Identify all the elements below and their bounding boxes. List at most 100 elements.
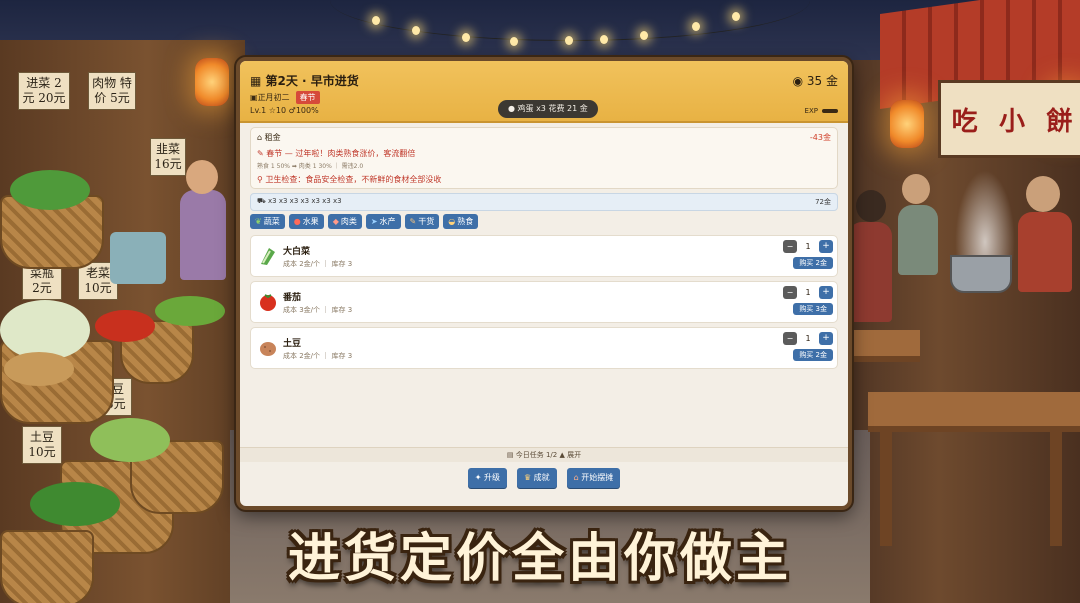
promo-caption: 进货定价全由你做主	[287, 529, 792, 589]
festival-event: ✎ 春节 — 过年啦！肉类熟食涨价，客流翻倍	[257, 148, 415, 159]
decrease-button[interactable]: −	[783, 332, 797, 345]
steam	[955, 170, 1015, 260]
exp-bar	[822, 109, 838, 113]
tab-seafood[interactable]: ➤ 水产	[365, 214, 401, 229]
price-sign: 土豆 10元	[22, 426, 62, 464]
decrease-button[interactable]: −	[783, 240, 797, 253]
egg-icon: ●	[508, 104, 518, 113]
date-icon: ▣	[250, 93, 258, 102]
increase-button[interactable]: +	[819, 240, 833, 253]
increase-button[interactable]: +	[819, 286, 833, 299]
cart-bar[interactable]: ⛟ x3 x3 x3 x3 x3 x3 x3 72金	[250, 193, 838, 211]
light-bulb-icon	[510, 37, 518, 46]
bowl-icon: ◒	[448, 217, 456, 226]
achievement-label: 成就	[533, 473, 550, 482]
shop-sign: 吃 小 餅	[938, 80, 1080, 158]
task-bar-text: 今日任务 1/2 ▲ 展开	[515, 451, 582, 459]
cart-total: 72金	[815, 198, 831, 206]
rent-cost: -43金	[809, 133, 831, 142]
category-tabs: ❦ 蔬菜 ● 水果 ◆ 肉类 ➤ 水产 ✎ 干货 ◒ 熟食	[250, 214, 479, 229]
tab-meat[interactable]: ◆ 肉类	[327, 214, 362, 229]
apple-icon: ●	[293, 217, 301, 226]
upgrade-button[interactable]: ✦ 升级	[467, 468, 507, 488]
action-buttons: ✦ 升级 ♛ 成就 ⌂ 开始摆摊	[240, 468, 848, 488]
level-stats: Lv.1 ☆10 ♂100%	[250, 106, 319, 115]
day-title: ▦ 第2天 · 早市进货	[250, 72, 359, 89]
price-sign: 韭菜 16元	[150, 138, 186, 176]
cabbage-icon	[261, 248, 275, 265]
increase-button[interactable]: +	[819, 332, 833, 345]
status-bar: ▦ 第2天 · 早市进货 ◉ 35 金 ▣正月初二 春节 Lv.1 ☆10 ♂1…	[240, 61, 848, 123]
purchase-summary-text: 鸡蛋 x3 花费 21 金	[517, 104, 588, 113]
light-bulb-icon	[565, 36, 573, 45]
cucumbers	[155, 296, 225, 326]
quantity-value: 1	[805, 288, 811, 297]
tab-fruits[interactable]: ● 水果	[288, 214, 324, 229]
tab-cooked-food[interactable]: ◒ 熟食	[443, 214, 479, 229]
item-name: 番茄	[283, 293, 302, 303]
tomato-icon	[260, 294, 276, 311]
potato-icon	[260, 342, 276, 356]
sparkle-icon: ✦	[474, 473, 484, 482]
tab-label: 熟食	[457, 217, 474, 226]
cabbages	[0, 300, 90, 360]
list-item: 大白菜 成本 2金/个 ｜ 库存 3 − 1 + 购买 2金	[250, 235, 838, 277]
light-bulb-icon	[640, 31, 648, 40]
gold-display: ◉ 35 金	[793, 72, 838, 89]
achievement-button[interactable]: ♛ 成就	[516, 468, 557, 488]
day-title-text: 第2天 · 早市进货	[265, 74, 359, 88]
vendor-head	[186, 160, 218, 194]
house-icon: ⌂	[257, 133, 265, 142]
tab-label: 肉类	[340, 217, 357, 226]
trophy-icon: ♛	[523, 473, 534, 482]
quantity-value: 1	[805, 242, 811, 251]
lunar-date-text: 正月初二	[257, 93, 290, 102]
light-bulb-icon	[412, 26, 420, 35]
buy-button[interactable]: 购买 2金	[793, 257, 833, 269]
daily-info-box: ⌂ 租金 -43金 ✎ 春节 — 过年啦！肉类熟食涨价，客流翻倍 熟食 1 50…	[250, 127, 838, 189]
quantity-stepper: − 1 +	[783, 286, 833, 299]
wooden-bench	[846, 330, 920, 362]
inspection-text: 卫生检查：食品安全检查，不新鲜的食材全部没收	[265, 175, 442, 184]
lantern-icon	[195, 58, 229, 106]
vendor-woman	[180, 190, 226, 280]
coin-icon: ◉	[792, 74, 807, 88]
tab-vegetables[interactable]: ❦ 蔬菜	[250, 214, 285, 229]
daily-task-toggle[interactable]: ▤ 今日任务 1/2 ▲ 展开	[240, 447, 848, 462]
scale-icon	[110, 232, 166, 284]
tab-label: 蔬菜	[263, 217, 280, 226]
cart-icon: ⛟	[257, 197, 269, 205]
upgrade-label: 升级	[483, 473, 500, 482]
start-stall-button[interactable]: ⌂ 开始摆摊	[566, 468, 621, 488]
purchase-summary: ● 鸡蛋 x3 花费 21 金	[498, 100, 598, 118]
shop-sign-char: 餅	[1046, 106, 1073, 137]
vendor-man	[898, 205, 938, 275]
price-sign: 肉物 特价 5元	[88, 72, 136, 110]
festival-event-text: 春节 — 过年啦！肉类熟食涨价，客流翻倍	[266, 149, 416, 158]
item-name: 大白菜	[283, 247, 311, 257]
cook-head	[1026, 176, 1060, 212]
quantity-value: 1	[805, 334, 811, 343]
buy-button[interactable]: 购买 3金	[793, 303, 833, 315]
wooden-table	[868, 392, 1080, 432]
buy-button[interactable]: 购买 2金	[793, 349, 833, 361]
tomatoes	[95, 310, 155, 342]
potatoes	[4, 352, 74, 386]
tab-label: 水产	[379, 217, 396, 226]
rent-label: ⌂ 租金	[257, 132, 281, 143]
cart-items-text: x3 x3 x3 x3 x3 x3 x3	[268, 197, 342, 205]
festival-badge: 春节	[295, 91, 320, 104]
cart-items: ⛟ x3 x3 x3 x3 x3 x3 x3	[257, 197, 342, 206]
light-bulb-icon	[372, 16, 380, 25]
tab-label: 水果	[302, 217, 319, 226]
tab-dry-goods[interactable]: ✎ 干货	[404, 214, 440, 229]
calendar-icon: ▦	[250, 74, 266, 88]
light-bulb-icon	[732, 12, 740, 21]
greens	[10, 170, 90, 210]
item-cost-stock: 成本 2金/个 ｜ 库存 3	[283, 352, 353, 360]
customer-head	[856, 190, 886, 222]
price-sign: 进菜 2元 20元	[18, 72, 70, 110]
exp-display: EXP	[805, 107, 838, 115]
decrease-button[interactable]: −	[783, 286, 797, 299]
item-name: 土豆	[283, 339, 302, 349]
